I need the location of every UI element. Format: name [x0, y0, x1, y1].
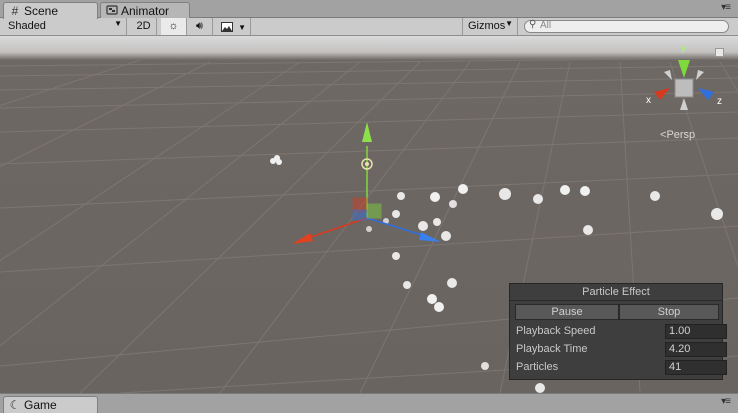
playback-speed-field[interactable]: 1.00	[665, 324, 727, 339]
search-placeholder: All	[540, 20, 552, 31]
light-probe-icon	[270, 155, 282, 165]
axis-x-label: x	[646, 95, 651, 106]
dropdown-arrow-icon: ▼	[505, 19, 513, 28]
gizmos-dropdown[interactable]: Gizmos ▼	[462, 18, 518, 35]
tab-game-label: Game	[24, 398, 57, 412]
tab-strip: # Scene Animator ▾≡	[0, 0, 738, 19]
game-icon: ☾	[9, 398, 21, 412]
pause-button[interactable]: Pause	[515, 304, 619, 320]
particle-panel-title: Particle Effect	[510, 284, 722, 301]
playback-speed-row: Playback Speed 1.00	[516, 324, 727, 340]
axis-y-label: y	[681, 43, 686, 54]
panel-menu-icon[interactable]: ▾≡	[721, 2, 731, 13]
particles-count-row: Particles 41	[516, 360, 727, 376]
dropdown-arrow-icon: ▼	[114, 19, 122, 28]
image-icon	[221, 22, 233, 32]
particles-count-field: 41	[665, 360, 727, 375]
tab-scene-label: Scene	[24, 4, 59, 18]
search-icon: ⚲	[529, 19, 537, 30]
playback-speed-label: Playback Speed	[516, 325, 596, 337]
2d-toggle-button[interactable]: 2D	[131, 18, 157, 35]
audio-toggle-button[interactable]: 🔊︎	[187, 18, 213, 35]
speaker-icon: 🔊︎	[196, 20, 203, 32]
particles-count-label: Particles	[516, 361, 559, 373]
view-lock-icon[interactable]	[715, 48, 724, 57]
lighting-toggle-button[interactable]: ☼	[161, 18, 187, 35]
persp-label: Persp	[666, 129, 696, 141]
panel-menu-icon[interactable]: ▾≡	[721, 396, 731, 407]
axis-z-label: z	[717, 96, 722, 107]
bottom-tab-strip: ☾ Game ▾≡	[0, 393, 738, 413]
sun-icon: ☼	[168, 20, 179, 32]
perspective-toggle[interactable]: <Persp	[660, 129, 695, 141]
playback-buttons: Pause Stop	[515, 304, 719, 320]
tab-animator[interactable]: Animator	[100, 2, 190, 19]
shading-mode-dropdown[interactable]: Shaded ▼	[0, 18, 127, 35]
scene-toolbar: Shaded ▼ 2D ☼ 🔊︎ ▼ Gizmos ▼ ⚲ All	[0, 18, 738, 36]
shading-mode-label: Shaded	[8, 20, 46, 32]
playback-time-field[interactable]: 4.20	[665, 342, 727, 357]
tab-animator-label: Animator	[121, 4, 170, 18]
search-input[interactable]: ⚲ All	[524, 19, 729, 33]
animator-icon	[105, 4, 119, 18]
stop-button[interactable]: Stop	[619, 304, 719, 320]
gizmos-label: Gizmos	[468, 20, 506, 32]
particle-effect-panel: Particle Effect Pause Stop Playback Spee…	[509, 283, 727, 380]
playback-time-label: Playback Time	[516, 343, 588, 355]
playback-time-row: Playback Time 4.20	[516, 342, 727, 358]
scene-view[interactable]: y x z <Persp Particle Effect Pause Stop …	[0, 36, 738, 393]
effects-dropdown[interactable]: ▼	[215, 18, 251, 35]
dropdown-arrow-icon: ▼	[238, 23, 246, 32]
tab-game[interactable]: ☾ Game	[3, 396, 98, 413]
hash-icon: #	[11, 4, 19, 18]
tab-scene[interactable]: # Scene	[3, 2, 98, 19]
